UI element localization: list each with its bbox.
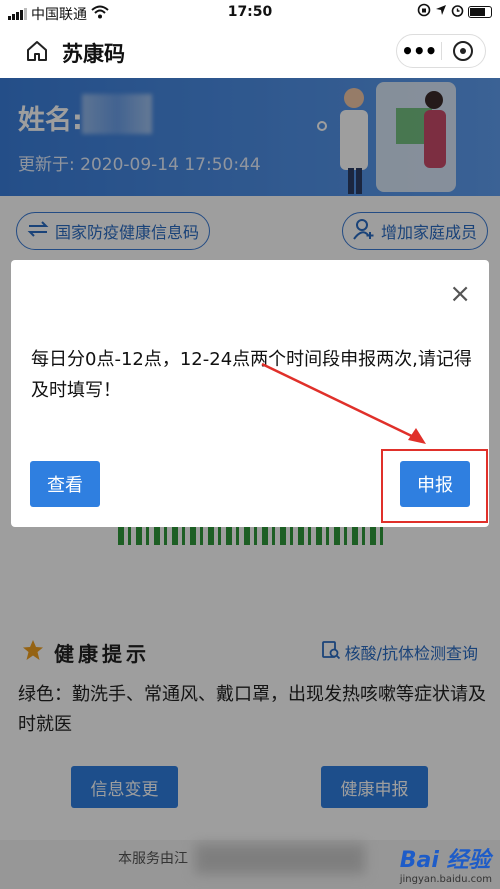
watermark-url: jingyan.baidu.com [399, 874, 492, 885]
more-button[interactable]: ••• [397, 41, 441, 61]
baidu-jingyan-watermark: Bai 经验 jingyan.baidu.com [400, 842, 492, 885]
status-right [417, 3, 492, 21]
home-icon[interactable] [26, 40, 48, 66]
location-icon [435, 4, 447, 20]
nav-bar: 苏康码 ••• [0, 26, 500, 78]
mini-program-capsule: ••• [396, 34, 486, 68]
modal-message: 每日分0点-12点，12-24点两个时间段申报两次,请记得及时填写！ [31, 349, 472, 401]
page-title: 苏康码 [62, 42, 125, 66]
close-mini-program-button[interactable] [442, 40, 486, 62]
alarm-icon [451, 4, 464, 21]
view-button[interactable]: 查看 [30, 461, 100, 507]
close-icon[interactable]: × [449, 281, 471, 307]
modal-backdrop-top [0, 78, 500, 196]
watermark-brand: Bai 经验 [399, 848, 491, 873]
battery-icon [468, 6, 492, 18]
status-bar: 中国联通 17:50 [0, 0, 500, 26]
rotation-lock-icon [417, 3, 431, 21]
highlight-box [381, 449, 488, 523]
